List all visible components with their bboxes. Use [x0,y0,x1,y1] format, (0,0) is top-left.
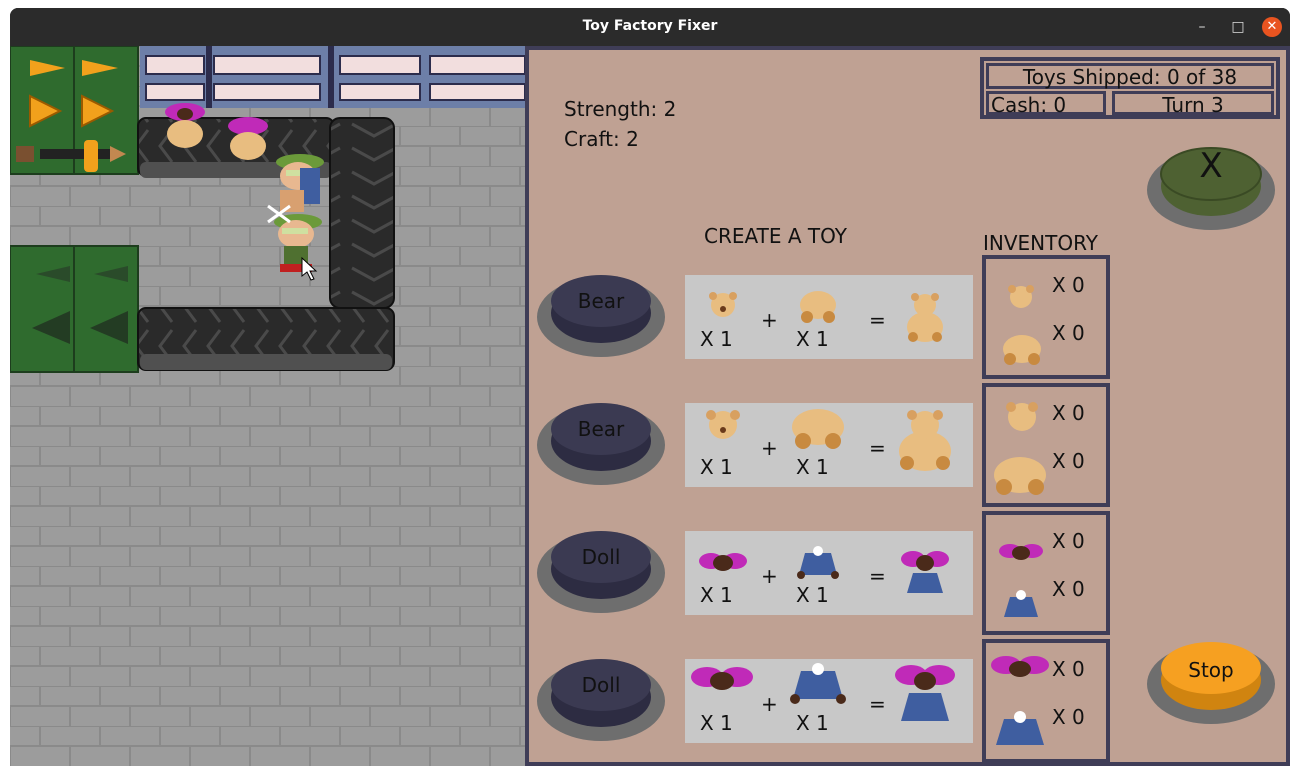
craft-stat: Craft: 2 [564,127,639,151]
button-label: Bear [577,417,625,441]
inventory-heading: INVENTORY [983,231,1098,255]
inventory-icons [999,544,1043,617]
inventory-slot: X 0 X 0 [982,383,1110,507]
doll-toy-icon [901,551,949,593]
title-bar: Toy Factory Fixer – □ ✕ [10,8,1290,46]
inventory-qty-b: X 0 [1052,705,1085,729]
status-box: Toys Shipped: 0 of 38 Cash: 0 Turn 3 [980,57,1280,119]
part-a-qty: X 1 [700,327,733,351]
create-bear-button[interactable]: Bear [536,265,666,359]
equals-sign: = [869,308,886,332]
maximize-icon[interactable]: □ [1228,17,1248,37]
shelving [140,46,525,108]
create-heading: CREATE A TOY [704,224,847,248]
control-panel: Strength: 2 Craft: 2 Toys Shipped: 0 of … [525,46,1290,766]
part-b-qty: X 1 [796,327,829,351]
factory-floor[interactable] [10,46,525,766]
inventory-qty-a: X 0 [1052,401,1085,425]
bear-part[interactable] [228,117,268,160]
bear-head-icon [709,292,737,317]
part-b-qty: X 1 [796,711,829,735]
recipe-row: X 1 + X 1 = [685,531,973,615]
part-b-qty: X 1 [796,455,829,479]
bear-toy-icon [899,410,951,471]
inventory-qty-a: X 0 [1052,529,1085,553]
inventory-qty-b: X 0 [1052,321,1085,345]
inventory-qty-b: X 0 [1052,577,1085,601]
output-machine[interactable] [10,245,139,373]
doll-hair-part[interactable] [165,103,205,148]
inventory-qty-a: X 0 [1052,657,1085,681]
inventory-icons [994,402,1046,495]
toys-shipped: Toys Shipped: 0 of 38 [986,63,1274,89]
input-machine[interactable] [10,46,139,175]
inventory-slot: X 0 X 0 [982,511,1110,635]
doll-dress-icon [790,663,846,704]
bear-body-icon [994,457,1046,495]
stop-button-label: Stop [1188,658,1234,682]
strength-stat: Strength: 2 [564,97,677,121]
plus-sign: + [761,692,778,716]
equals-sign: = [869,436,886,460]
inventory-slot: X 0 X 0 [982,639,1110,763]
doll-head-icon [699,553,747,571]
plus-sign: + [761,436,778,460]
plus-sign: + [761,564,778,588]
doll-dress-icon [1004,590,1038,617]
minimize-icon[interactable]: – [1192,17,1212,37]
app-window: Toy Factory Fixer – □ ✕ Strength: 2 Craf… [10,8,1290,766]
doll-dress-icon [797,546,839,579]
cash-display: Cash: 0 [986,91,1106,116]
bear-head-icon [1006,402,1038,431]
doll-toy-icon [895,665,955,721]
doll-head-icon [991,656,1049,677]
turn-display: Turn 3 [1112,91,1274,116]
bear-body-icon [792,409,844,449]
bear-toy-icon [907,293,943,342]
plus-sign: + [761,308,778,332]
bear-body-icon [800,291,836,323]
button-label: Doll [581,673,621,697]
part-b-qty: X 1 [796,583,829,607]
stop-button[interactable]: Stop [1146,632,1276,726]
inventory-qty-a: X 0 [1052,273,1085,297]
button-label: Bear [577,289,625,313]
x-button-label: X [1199,146,1223,186]
part-a-qty: X 1 [700,455,733,479]
recipe-row: X 1 + X 1 = [685,659,973,743]
create-bear-button[interactable]: Bear [536,393,666,487]
bear-head-icon [1008,285,1034,308]
part-a-qty: X 1 [700,583,733,607]
x-button[interactable]: X [1146,138,1276,232]
inventory-icons [1003,285,1041,365]
doll-head-icon [691,667,753,690]
recipe-row: X 1 + X 1 = [685,275,973,359]
close-icon[interactable]: ✕ [1262,17,1282,37]
inventory-slot: X 0 X 0 [982,255,1110,379]
doll-dress-icon [996,711,1044,745]
create-doll-button[interactable]: Doll [536,521,666,615]
bear-head-icon [706,410,740,439]
elf-worker[interactable] [276,154,324,212]
bear-body-icon [1003,335,1041,365]
doll-head-icon [999,544,1043,560]
create-doll-button[interactable]: Doll [536,649,666,743]
window-title: Toy Factory Fixer [582,18,718,34]
inventory-icons [991,656,1049,745]
button-label: Doll [581,545,621,569]
recipe-row: X 1 + X 1 = [685,403,973,487]
inventory-qty-b: X 0 [1052,449,1085,473]
factory-scene [10,46,525,766]
equals-sign: = [869,564,886,588]
equals-sign: = [869,692,886,716]
part-a-qty: X 1 [700,711,733,735]
